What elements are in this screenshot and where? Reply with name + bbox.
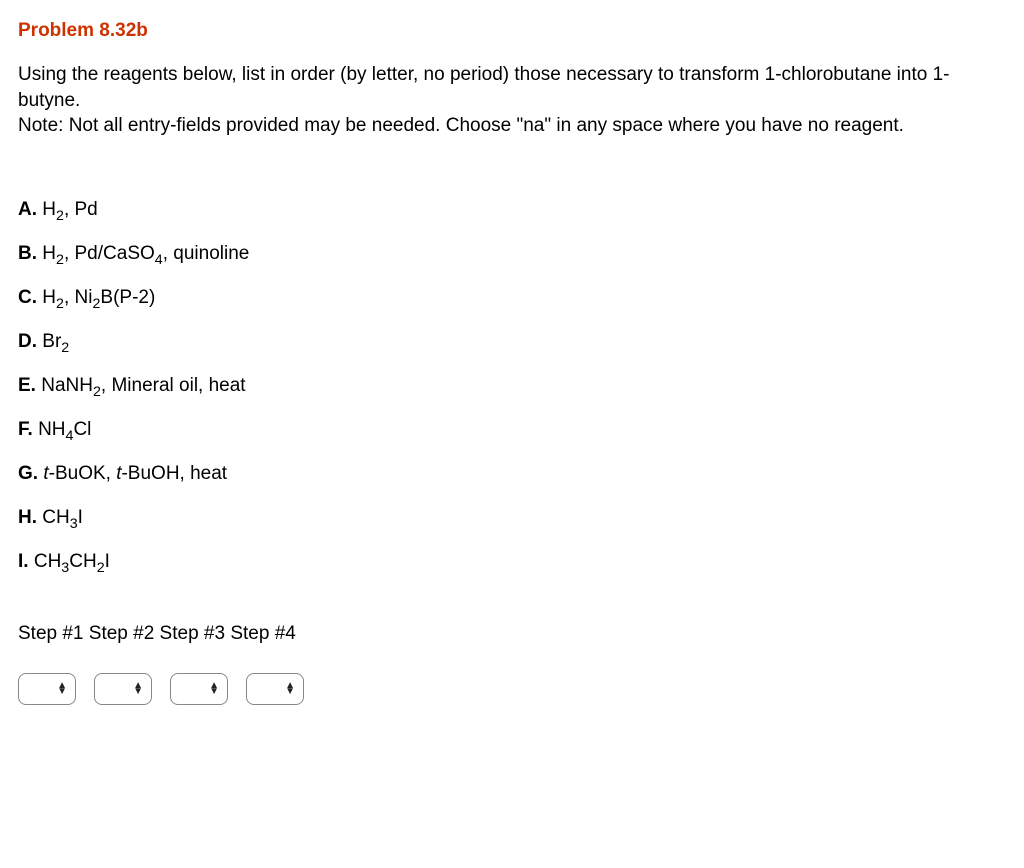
reagent-text: CH3CH2I: [34, 551, 110, 572]
steps-row: ▲▼ ▲▼ ▲▼ ▲▼: [18, 673, 1006, 705]
step-1-select[interactable]: ▲▼: [18, 673, 76, 705]
reagent-item-c: C. H2, Ni2B(P-2): [18, 287, 1006, 309]
reagent-text: NH4Cl: [38, 419, 91, 440]
reagent-text: Br2: [42, 331, 69, 352]
reagent-letter: I.: [18, 551, 29, 572]
reagent-item-a: A. H2, Pd: [18, 199, 1006, 221]
reagent-letter: F.: [18, 419, 33, 440]
reagent-text: NaNH2, Mineral oil, heat: [41, 375, 245, 396]
reagent-text: H2, Ni2B(P-2): [42, 287, 155, 308]
step-4-select[interactable]: ▲▼: [246, 673, 304, 705]
reagent-item-i: I. CH3CH2I: [18, 551, 1006, 573]
reagent-letter: E.: [18, 375, 36, 396]
reagent-text: CH3I: [42, 507, 83, 528]
reagent-text: t-BuOK, t-BuOH, heat: [43, 463, 227, 484]
reagent-letter: D.: [18, 331, 37, 352]
step-3-select[interactable]: ▲▼: [170, 673, 228, 705]
reagent-letter: C.: [18, 287, 37, 308]
reagent-item-b: B. H2, Pd/CaSO4, quinoline: [18, 243, 1006, 265]
reagent-text: H2, Pd/CaSO4, quinoline: [42, 243, 249, 264]
reagent-item-e: E. NaNH2, Mineral oil, heat: [18, 375, 1006, 397]
reagent-letter: H.: [18, 507, 37, 528]
reagent-item-d: D. Br2: [18, 331, 1006, 353]
reagent-item-g: G. t-BuOK, t-BuOH, heat: [18, 463, 1006, 485]
reagent-item-f: F. NH4Cl: [18, 419, 1006, 441]
stepper-icon: ▲▼: [57, 683, 67, 694]
stepper-icon: ▲▼: [285, 683, 295, 694]
reagent-list: A. H2, Pd B. H2, Pd/CaSO4, quinoline C. …: [18, 199, 1006, 573]
reagent-item-h: H. CH3I: [18, 507, 1006, 529]
stepper-icon: ▲▼: [209, 683, 219, 694]
problem-instructions: Using the reagents below, list in order …: [18, 62, 1006, 139]
stepper-icon: ▲▼: [133, 683, 143, 694]
problem-title: Problem 8.32b: [18, 20, 1006, 42]
reagent-letter: G.: [18, 463, 38, 484]
steps-label: Step #1 Step #2 Step #3 Step #4: [18, 623, 1006, 645]
step-2-select[interactable]: ▲▼: [94, 673, 152, 705]
reagent-letter: B.: [18, 243, 37, 264]
instructions-line-2: Note: Not all entry-fields provided may …: [18, 115, 904, 136]
instructions-line-1: Using the reagents below, list in order …: [18, 64, 950, 111]
reagent-text: H2, Pd: [42, 199, 97, 220]
reagent-letter: A.: [18, 199, 37, 220]
